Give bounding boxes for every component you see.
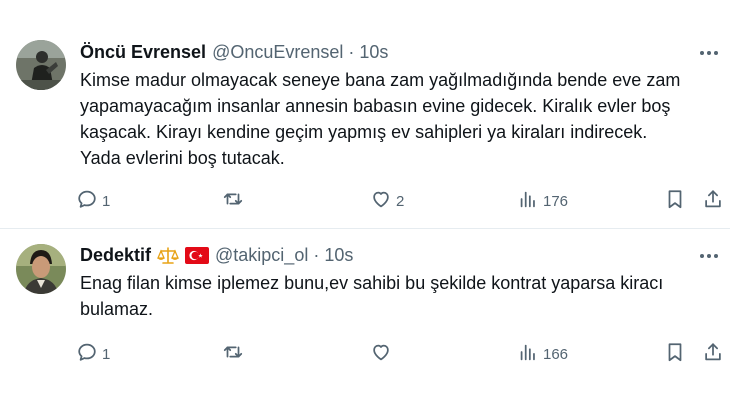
avatar[interactable] xyxy=(16,244,66,294)
reply-count: 1 xyxy=(102,345,111,363)
reply-icon xyxy=(76,188,98,214)
more-icon[interactable] xyxy=(698,245,720,267)
like-button[interactable] xyxy=(370,339,396,369)
retweet-icon xyxy=(222,341,244,367)
tweet-text: Enag filan kimse iplemez bunu,ev sahibi … xyxy=(80,273,664,319)
separator-dot: · xyxy=(313,245,320,265)
timestamp[interactable]: 10s xyxy=(359,42,388,63)
tweet-header: Dedektif @takipci_ol · 10s xyxy=(80,245,353,266)
like-button[interactable]: 2 xyxy=(370,186,404,216)
tweet[interactable]: Öncü Evrensel @OncuEvrensel · 10s Kimse … xyxy=(0,0,730,229)
like-count: 2 xyxy=(396,192,405,210)
separator-dot: · xyxy=(348,42,355,62)
like-icon xyxy=(370,188,392,214)
bookmark-icon xyxy=(664,188,686,214)
bookmark-button[interactable] xyxy=(664,339,686,369)
user-handle[interactable]: @takipci_ol xyxy=(215,245,308,266)
retweet-icon xyxy=(222,188,244,214)
tweet[interactable]: Dedektif @takipci_ol · 10s Enag filan ki… xyxy=(0,229,730,420)
bookmark-button[interactable] xyxy=(664,186,686,216)
reply-count: 1 xyxy=(102,192,111,210)
display-name[interactable]: Öncü Evrensel xyxy=(80,42,206,63)
action-bar: 1 2 176 xyxy=(72,186,728,216)
views-count: 166 xyxy=(543,345,569,363)
balance-scale-emoji xyxy=(157,246,180,266)
more-icon[interactable] xyxy=(698,42,720,64)
bookmark-icon xyxy=(664,341,686,367)
timestamp[interactable]: 10s xyxy=(324,245,353,266)
avatar[interactable] xyxy=(16,40,66,90)
share-icon xyxy=(702,341,724,367)
tweet-text: Kimse madur olmayacak seneye bana zam ya… xyxy=(80,70,681,168)
views-button[interactable]: 166 xyxy=(517,339,568,369)
tweet-header: Öncü Evrensel @OncuEvrensel · 10s xyxy=(80,42,388,63)
share-icon xyxy=(702,188,724,214)
reply-icon xyxy=(76,341,98,367)
retweet-button[interactable] xyxy=(222,339,248,369)
action-bar: 1 166 xyxy=(72,339,728,369)
display-name[interactable]: Dedektif xyxy=(80,245,151,266)
like-icon xyxy=(370,341,392,367)
retweet-button[interactable] xyxy=(222,186,248,216)
views-icon xyxy=(517,341,539,367)
reply-button[interactable]: 1 xyxy=(76,186,110,216)
share-button[interactable] xyxy=(702,339,724,369)
turkey-flag-emoji xyxy=(185,247,210,264)
user-handle[interactable]: @OncuEvrensel xyxy=(212,42,343,63)
views-button[interactable]: 176 xyxy=(517,186,568,216)
share-button[interactable] xyxy=(702,186,724,216)
views-icon xyxy=(517,188,539,214)
reply-button[interactable]: 1 xyxy=(76,339,110,369)
views-count: 176 xyxy=(543,192,569,210)
